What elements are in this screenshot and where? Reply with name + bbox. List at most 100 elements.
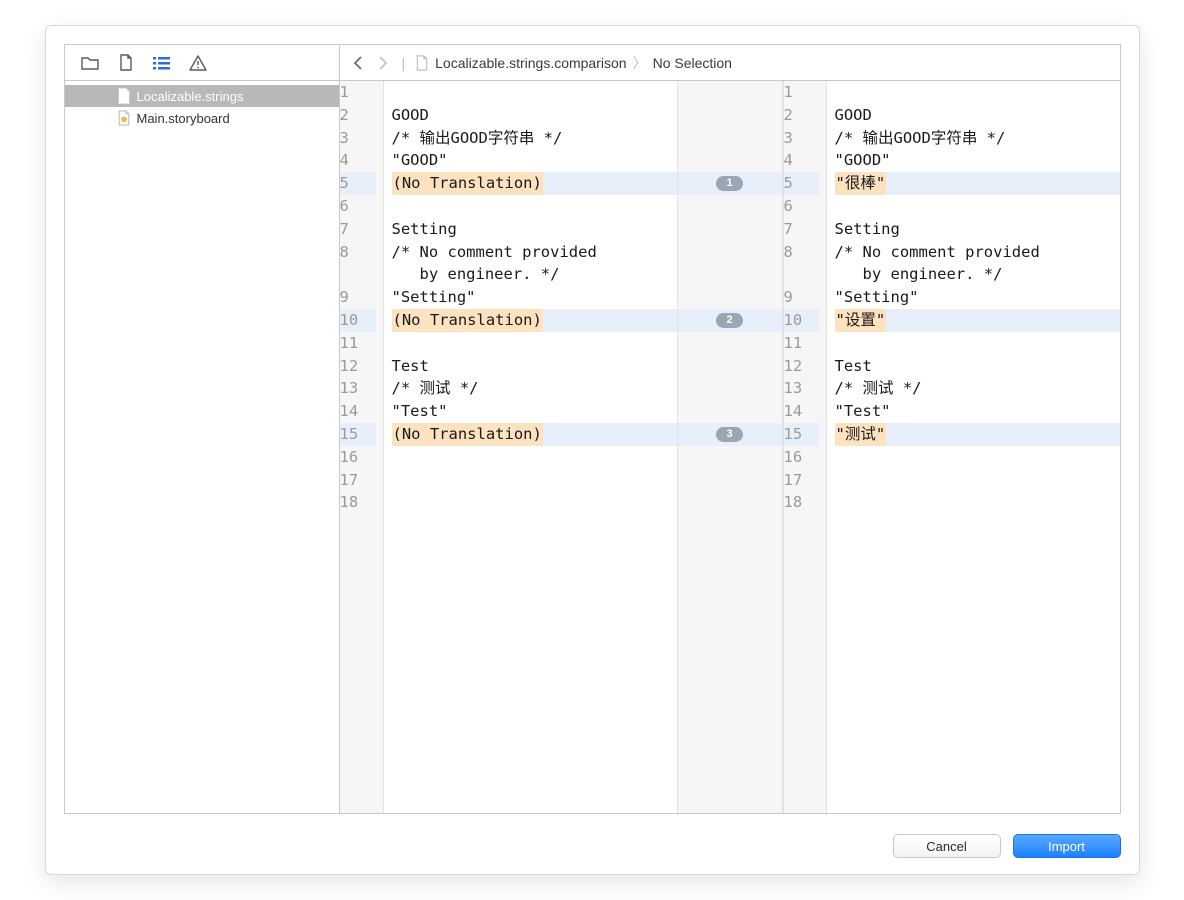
line-number: 8 [784, 241, 819, 264]
code-line: /* 测试 */ [392, 377, 677, 400]
code-line: Setting [392, 218, 677, 241]
code-line: /* 测试 */ [835, 377, 1120, 400]
left-code[interactable]: GOOD /* 输出GOOD字符串 */ "GOOD" (No Translat… [384, 81, 677, 813]
line-number: 12 [784, 355, 819, 378]
nav-back-icon[interactable] [350, 56, 368, 70]
code-line [392, 195, 677, 218]
line-number: 6 [784, 195, 819, 218]
code-line: GOOD [835, 104, 1120, 127]
left-gutter: 1 2 3 4 5 6 7 8 9 10 11 12 13 14 15 16 [340, 81, 384, 813]
line-number: 15 [784, 423, 819, 446]
line-number: 8 [340, 241, 376, 264]
code-line [392, 469, 677, 492]
line-number: 15 [340, 423, 376, 446]
diff-center: 1 2 3 [677, 81, 783, 813]
line-number: 9 [784, 286, 819, 309]
line-number: 3 [340, 127, 376, 150]
code-line: Setting [835, 218, 1120, 241]
breadcrumb-selection[interactable]: No Selection [653, 55, 732, 71]
code-line: (No Translation) [392, 309, 677, 332]
line-number: 11 [784, 332, 819, 355]
line-number: 16 [784, 446, 819, 469]
line-number: 5 [784, 172, 819, 195]
code-line [835, 81, 1120, 104]
line-number: 10 [340, 309, 376, 332]
code-line: "GOOD" [392, 149, 677, 172]
line-number: 13 [340, 377, 376, 400]
code-line [392, 332, 677, 355]
line-number: 17 [784, 469, 819, 492]
main-pane: | Localizable.strings.comparison 〉 No Se… [340, 45, 1120, 813]
line-number: 6 [340, 195, 376, 218]
diff-badge[interactable]: 2 [678, 309, 782, 332]
code-line: by engineer. */ [392, 263, 677, 286]
line-number: 7 [340, 218, 376, 241]
diff-badge[interactable]: 1 [678, 172, 782, 195]
code-line: /* 输出GOOD字符串 */ [392, 127, 677, 150]
chevron-right-icon: 〉 [633, 53, 647, 73]
sidebar: Localizable.strings Main.storyboard [65, 45, 340, 813]
sidebar-toolbar [65, 45, 339, 81]
line-number: 14 [784, 400, 819, 423]
nav-forward-icon[interactable] [374, 56, 392, 70]
code-line [835, 195, 1120, 218]
document-icon[interactable] [117, 54, 135, 72]
code-line [835, 332, 1120, 355]
code-line [835, 446, 1120, 469]
code-line [835, 491, 1120, 514]
cancel-button[interactable]: Cancel [893, 834, 1001, 858]
line-number: 7 [784, 218, 819, 241]
code-line: Test [392, 355, 677, 378]
line-number: 5 [340, 172, 376, 195]
code-line [392, 446, 677, 469]
code-line [392, 81, 677, 104]
code-line: "测试" [835, 423, 1120, 446]
line-number: 12 [340, 355, 376, 378]
line-number: 11 [340, 332, 376, 355]
code-line: "GOOD" [835, 149, 1120, 172]
list-icon[interactable] [153, 54, 171, 72]
code-line: "设置" [835, 309, 1120, 332]
sidebar-item-storyboard[interactable]: Main.storyboard [65, 107, 339, 129]
code-line: "Test" [392, 400, 677, 423]
code-line: Test [835, 355, 1120, 378]
sidebar-item-label: Localizable.strings [137, 89, 244, 104]
breadcrumb-file[interactable]: Localizable.strings.comparison [435, 55, 626, 71]
diff-view: 1 2 3 4 5 6 7 8 9 10 11 12 13 14 15 16 [340, 81, 1120, 813]
code-line [835, 469, 1120, 492]
code-line: "Setting" [835, 286, 1120, 309]
line-number [784, 263, 819, 286]
diff-badge[interactable]: 3 [678, 423, 782, 446]
line-number: 2 [340, 104, 376, 127]
warning-icon[interactable] [189, 54, 207, 72]
dialog-footer: Cancel Import [64, 814, 1121, 858]
code-line: (No Translation) [392, 423, 677, 446]
storyboard-file-icon [117, 110, 131, 126]
strings-file-icon [117, 88, 131, 104]
line-number: 17 [340, 469, 376, 492]
content-pane: Localizable.strings Main.storyboard | Lo… [64, 44, 1121, 814]
sidebar-item-localizable[interactable]: Localizable.strings [65, 85, 339, 107]
code-line: by engineer. */ [835, 263, 1120, 286]
dialog-window: Localizable.strings Main.storyboard | Lo… [45, 25, 1140, 875]
code-line: (No Translation) [392, 172, 677, 195]
code-line: /* No comment provided [835, 241, 1120, 264]
line-number: 1 [340, 81, 376, 104]
line-number: 4 [340, 149, 376, 172]
code-line [392, 491, 677, 514]
import-button[interactable]: Import [1013, 834, 1121, 858]
separator: | [402, 55, 406, 71]
code-line: /* 输出GOOD字符串 */ [835, 127, 1120, 150]
code-line: "很棒" [835, 172, 1120, 195]
right-code[interactable]: GOOD /* 输出GOOD字符串 */ "GOOD" "很棒" Setting… [827, 81, 1120, 813]
file-tree: Localizable.strings Main.storyboard [65, 81, 339, 129]
line-number: 14 [340, 400, 376, 423]
code-line: "Setting" [392, 286, 677, 309]
line-number: 2 [784, 104, 819, 127]
folder-icon[interactable] [81, 54, 99, 72]
line-number: 9 [340, 286, 376, 309]
line-number: 3 [784, 127, 819, 150]
line-number [340, 263, 376, 286]
sidebar-item-label: Main.storyboard [137, 111, 230, 126]
line-number: 10 [784, 309, 819, 332]
